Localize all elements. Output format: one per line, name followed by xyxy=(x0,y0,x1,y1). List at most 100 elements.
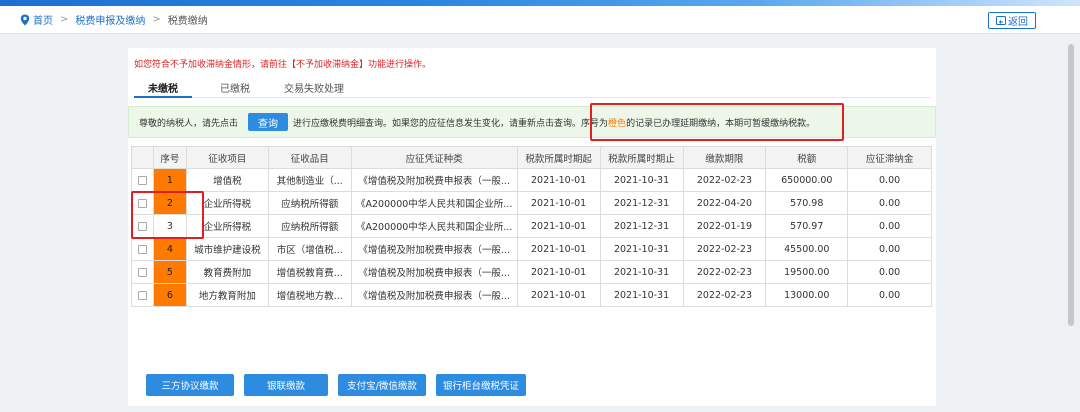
cell-late-fee: 0.00 xyxy=(847,283,932,307)
cell-late-fee: 0.00 xyxy=(847,237,932,261)
header-select xyxy=(131,146,154,169)
cell-period-start: 2021-10-01 xyxy=(516,191,601,215)
active-tab-indicator xyxy=(134,96,192,98)
cell-deadline: 2022-02-23 xyxy=(682,260,767,284)
query-button[interactable]: 查询 xyxy=(248,113,289,131)
cell-seq: 6 xyxy=(152,283,187,307)
breadcrumb-separator-icon: > xyxy=(60,14,69,25)
header-late-fee: 应征滞纳金 xyxy=(847,146,932,169)
cell-deadline: 2022-04-20 xyxy=(682,191,767,215)
row-select-cell xyxy=(131,237,154,261)
cell-sub-item: 增值税教育费... xyxy=(267,260,352,284)
header-voucher: 应征凭证种类 xyxy=(350,146,518,169)
unionpay-payment-button[interactable]: 银联缴款 xyxy=(244,374,328,396)
highlight-box-rows xyxy=(131,191,204,239)
tax-payment-panel: 如您符合不予加收滞纳金情形，请前往【不予加收滞纳金】功能进行操作。 未缴税 已缴… xyxy=(128,48,936,406)
alipay-wechat-payment-button[interactable]: 支付宝/微信缴款 xyxy=(338,374,426,396)
table-row[interactable]: 1 增值税 其他制造业（... 《增值税及附加税费申报表（一般... 2021-10-0… xyxy=(131,168,932,192)
cell-item: 教育费附加 xyxy=(185,260,269,284)
row-checkbox[interactable] xyxy=(137,175,147,185)
tax-table: 序号 征收项目 征收品目 应征凭证种类 税款所属时期起 税款所属时期止 缴款期限… xyxy=(131,146,932,307)
cell-deadline: 2022-02-23 xyxy=(682,237,767,261)
cell-seq: 5 xyxy=(152,260,187,284)
cell-seq: 4 xyxy=(152,237,187,261)
cell-period-end: 2021-12-31 xyxy=(599,214,684,238)
cell-amount: 570.97 xyxy=(765,214,849,238)
cell-sub-item: 市区（增值税... xyxy=(267,237,352,261)
highlight-box-info xyxy=(590,103,844,141)
cell-item: 地方教育附加 xyxy=(185,283,269,307)
cell-item: 城市维护建设税 xyxy=(185,237,269,261)
header-period-end: 税款所属时期止 xyxy=(599,146,684,169)
header-seq: 序号 xyxy=(152,146,187,169)
cell-late-fee: 0.00 xyxy=(847,168,932,192)
vertical-scrollbar[interactable] xyxy=(1068,44,1074,326)
info-prefix: 尊敬的纳税人，请先点击 xyxy=(139,118,239,129)
header-period-start: 税款所属时期起 xyxy=(516,146,601,169)
cell-late-fee: 0.00 xyxy=(847,191,932,215)
location-pin-icon xyxy=(20,14,30,25)
cell-amount: 19500.00 xyxy=(765,260,849,284)
cell-sub-item: 应纳税所得额 xyxy=(267,191,352,215)
bank-counter-voucher-button[interactable]: 银行柜台缴税凭证 xyxy=(436,374,526,396)
cell-late-fee: 0.00 xyxy=(847,260,932,284)
cell-sub-item: 应纳税所得额 xyxy=(267,214,352,238)
cell-voucher: 《增值税及附加税费申报表（一般... xyxy=(350,260,518,284)
cell-period-end: 2021-10-31 xyxy=(599,260,684,284)
table-row[interactable]: 2 企业所得税 应纳税所得额 《A200000中华人民共和国企业所... 2021-10… xyxy=(131,191,932,215)
cell-amount: 45500.00 xyxy=(765,237,849,261)
table-header-row: 序号 征收项目 征收品目 应征凭证种类 税款所属时期起 税款所属时期止 缴款期限… xyxy=(131,146,932,169)
cell-period-start: 2021-10-01 xyxy=(516,283,601,307)
header-amount: 税额 xyxy=(765,146,849,169)
late-fee-notice: 如您符合不予加收滞纳金情形，请前往【不予加收滞纳金】功能进行操作。 xyxy=(134,60,432,70)
breadcrumb-current: 税费缴纳 xyxy=(167,16,208,27)
back-label: 返回 xyxy=(1008,17,1028,28)
row-select-cell xyxy=(131,260,154,284)
cell-amount: 650000.00 xyxy=(765,168,849,192)
breadcrumb: 首页 > 税费申报及缴纳 > 税费缴纳 xyxy=(0,6,1080,34)
payment-buttons: 三方协议缴款 银联缴款 支付宝/微信缴款 银行柜台缴税凭证 xyxy=(146,374,526,396)
tab-unpaid[interactable]: 未缴税 xyxy=(148,80,178,95)
cell-deadline: 2022-02-23 xyxy=(682,283,767,307)
table-row[interactable]: 6 地方教育附加 增值税地方教... 《增值税及附加税费申报表（一般... 2021-1… xyxy=(131,283,932,307)
cell-sub-item: 增值税地方教... xyxy=(267,283,352,307)
row-checkbox[interactable] xyxy=(137,290,147,300)
info-middle: 进行应缴税费明细查询。如果您的应征信息发生变化，请重新点击查询。 xyxy=(293,118,582,129)
cell-voucher: 《A200000中华人民共和国企业所... xyxy=(350,191,518,215)
cell-period-start: 2021-10-01 xyxy=(516,237,601,261)
breadcrumb-separator-icon: > xyxy=(152,14,161,25)
cell-period-start: 2021-10-01 xyxy=(516,260,601,284)
cell-sub-item: 其他制造业（... xyxy=(267,168,352,192)
cell-voucher: 《A200000中华人民共和国企业所... xyxy=(350,214,518,238)
cell-voucher: 《增值税及附加税费申报表（一般... xyxy=(350,237,518,261)
tripartite-payment-button[interactable]: 三方协议缴款 xyxy=(146,374,234,396)
breadcrumb-tax-filing[interactable]: 税费申报及缴纳 xyxy=(75,12,145,27)
return-arrow-icon xyxy=(996,16,1006,25)
cell-period-end: 2021-12-31 xyxy=(599,191,684,215)
cell-item: 增值税 xyxy=(185,168,269,192)
breadcrumb-home[interactable]: 首页 xyxy=(33,12,53,27)
cell-period-end: 2021-10-31 xyxy=(599,168,684,192)
table-row[interactable]: 4 城市维护建设税 市区（增值税... 《增值税及附加税费申报表（一般... 2021-… xyxy=(131,237,932,261)
row-select-cell xyxy=(131,168,154,192)
tab-bar: 未缴税 已缴税 交易失败处理 xyxy=(134,74,930,98)
tab-failed-transactions[interactable]: 交易失败处理 xyxy=(284,80,344,95)
cell-period-end: 2021-10-31 xyxy=(599,283,684,307)
tab-paid[interactable]: 已缴税 xyxy=(220,80,250,95)
header-deadline: 缴款期限 xyxy=(682,146,767,169)
table-row[interactable]: 3 企业所得税 应纳税所得额 《A200000中华人民共和国企业所... 2021-10… xyxy=(131,214,932,238)
cell-deadline: 2022-02-23 xyxy=(682,168,767,192)
back-button[interactable]: 返回 xyxy=(988,12,1036,29)
cell-amount: 13000.00 xyxy=(765,283,849,307)
table-row[interactable]: 5 教育费附加 增值税教育费... 《增值税及附加税费申报表（一般... 2021-10… xyxy=(131,260,932,284)
header-item: 征收项目 xyxy=(185,146,269,169)
cell-voucher: 《增值税及附加税费申报表（一般... xyxy=(350,283,518,307)
cell-seq: 1 xyxy=(152,168,187,192)
row-checkbox[interactable] xyxy=(137,267,147,277)
cell-late-fee: 0.00 xyxy=(847,214,932,238)
row-checkbox[interactable] xyxy=(137,244,147,254)
header-sub-item: 征收品目 xyxy=(267,146,352,169)
row-select-cell xyxy=(131,283,154,307)
cell-voucher: 《增值税及附加税费申报表（一般... xyxy=(350,168,518,192)
cell-period-end: 2021-10-31 xyxy=(599,237,684,261)
